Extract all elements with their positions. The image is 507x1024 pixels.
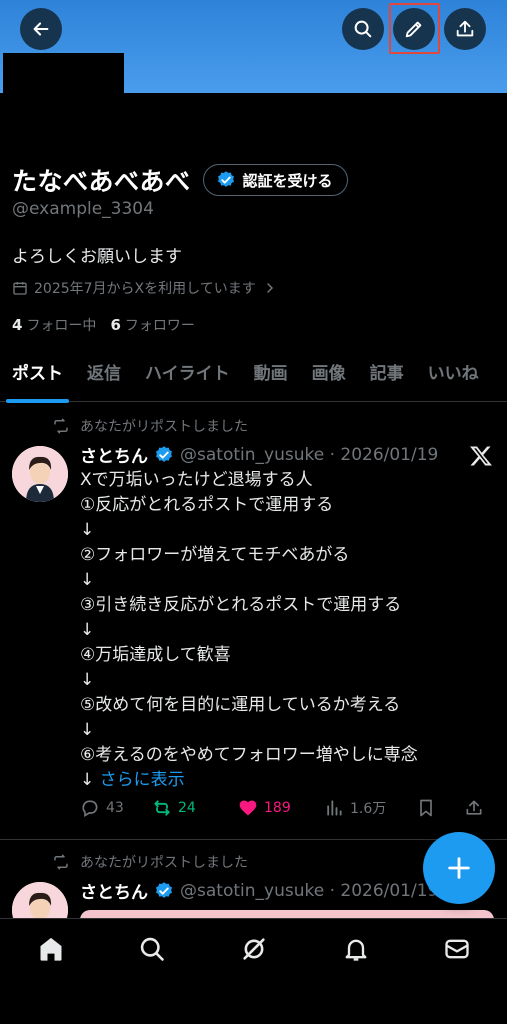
- following-link[interactable]: 4 フォロー中: [12, 315, 96, 335]
- reply-icon: [82, 800, 98, 817]
- search-button[interactable]: [342, 8, 384, 50]
- post-item[interactable]: あなたがリポストしました さとちん @satotin_yusuke · 2026…: [0, 404, 507, 840]
- followers-label: フォロワー: [124, 318, 195, 334]
- display-name: たなべあべあべ: [12, 167, 191, 196]
- post-line: ①反応がとれるポストで運用する: [80, 495, 334, 515]
- analytics-icon: [327, 800, 342, 816]
- grok-icon: [243, 938, 265, 960]
- post-line: ④万垢達成して歓喜: [80, 645, 231, 665]
- post-line: ↓: [80, 570, 95, 590]
- x-logo-icon[interactable]: [469, 444, 493, 468]
- tab-highlights[interactable]: ハイライト: [133, 360, 242, 402]
- repost-button[interactable]: 24: [152, 798, 238, 818]
- reply-button[interactable]: 43: [80, 798, 152, 818]
- post-line: Xで万垢いったけど退場する人: [80, 470, 313, 490]
- show-more-row: ↓ さらに表示: [80, 768, 418, 793]
- repost-indicator: あなたがリポストしました: [52, 852, 248, 872]
- calendar-icon: [13, 282, 27, 295]
- repost-indicator: あなたがリポストしました: [52, 416, 248, 436]
- repost-icon: [154, 800, 170, 816]
- verified-badge-icon: [217, 171, 234, 187]
- arrow-left-icon: [33, 22, 49, 36]
- reply-count: 43: [106, 800, 124, 816]
- joined-text: 2025年7月からXを利用しています: [34, 281, 256, 297]
- repost-label: あなたがリポストしました: [80, 419, 248, 435]
- post-line: ③引き続き反応がとれるポストで運用する: [80, 595, 402, 615]
- search-icon: [354, 20, 372, 38]
- view-count: 1.6万: [350, 801, 387, 817]
- like-count: 189: [264, 800, 291, 816]
- post-author-avatar[interactable]: [12, 446, 68, 502]
- followers-count: 6: [110, 316, 121, 334]
- back-button[interactable]: [20, 8, 62, 50]
- post-line: ↓: [80, 520, 95, 540]
- tab-articles[interactable]: 記事: [358, 360, 416, 402]
- like-button[interactable]: 189: [238, 798, 324, 818]
- home-icon: [40, 937, 62, 961]
- bookmark-icon: [420, 799, 432, 817]
- get-verified-label: 認証を受ける: [242, 171, 333, 190]
- repost-label: あなたがリポストしました: [80, 855, 248, 871]
- tab-replies[interactable]: 返信: [75, 360, 133, 402]
- nav-notifications[interactable]: [340, 933, 372, 965]
- repost-icon: [54, 854, 68, 870]
- post-body: Xで万垢いったけど退場する人 ①反応がとれるポストで運用する ↓ ②フォロワーが…: [80, 468, 418, 793]
- repost-count: 24: [178, 800, 196, 816]
- edit-button-highlight: [389, 3, 440, 54]
- bookmark-button[interactable]: [416, 798, 464, 818]
- tab-videos[interactable]: 動画: [242, 360, 300, 402]
- post-actions: 43 24 189 1.6万: [80, 798, 500, 818]
- tab-photos[interactable]: 画像: [300, 360, 358, 402]
- post-line: ⑤改めて何を目的に運用しているか考える: [80, 695, 401, 715]
- plus-icon: [448, 857, 470, 879]
- post-author-name[interactable]: さとちん: [80, 442, 148, 467]
- profile-bio: よろしくお願いします: [12, 247, 182, 267]
- upload-icon: [456, 20, 474, 37]
- bell-icon: [345, 939, 367, 961]
- repost-icon: [54, 418, 68, 434]
- tab-posts[interactable]: ポスト: [0, 360, 75, 403]
- nav-messages[interactable]: [441, 933, 473, 965]
- compose-post-button[interactable]: [423, 832, 495, 904]
- following-count: 4: [12, 316, 23, 334]
- post-handle-date: @satotin_yusuke · 2026/01/19: [180, 444, 439, 465]
- mail-icon: [445, 939, 469, 959]
- post-line: ⑥考えるのをやめてフォロワー増やしに専念: [80, 745, 418, 765]
- bottom-navigation: [0, 918, 507, 1024]
- search-icon: [140, 937, 164, 961]
- get-verified-button[interactable]: 認証を受ける: [202, 164, 348, 196]
- show-more-link[interactable]: さらに表示: [100, 770, 185, 790]
- post-author-name[interactable]: さとちん: [80, 878, 148, 903]
- follow-stats: 4 フォロー中 6 フォロワー: [12, 315, 195, 335]
- post-header: さとちん @satotin_yusuke · 2026/01/19: [80, 878, 439, 904]
- post-handle-date: @satotin_yusuke · 2026/01/19: [180, 880, 439, 901]
- show-more-arrow: ↓: [80, 770, 100, 790]
- chevron-right-icon: [266, 283, 273, 293]
- views-button[interactable]: 1.6万: [324, 798, 416, 818]
- following-label: フォロー中: [26, 318, 97, 334]
- upload-icon: [466, 800, 482, 815]
- joined-date[interactable]: 2025年7月からXを利用しています: [12, 278, 278, 298]
- nav-home[interactable]: [35, 933, 67, 965]
- profile-avatar[interactable]: [3, 53, 124, 93]
- profile-name-row: たなべあべあべ 認証を受ける: [12, 162, 348, 198]
- nav-explore[interactable]: [136, 933, 168, 965]
- tab-likes[interactable]: いいね: [416, 360, 491, 402]
- post-line: ↓: [80, 620, 95, 640]
- post-line: ↓: [80, 720, 95, 740]
- post-header: さとちん @satotin_yusuke · 2026/01/19: [80, 442, 439, 468]
- verified-badge-icon: [156, 445, 172, 462]
- post-line: ②フォロワーが増えてモチベあがる: [80, 545, 350, 565]
- verified-badge-icon: [156, 881, 172, 898]
- post-share-button[interactable]: [464, 798, 494, 818]
- avatar-illustration: [12, 446, 68, 502]
- nav-grok[interactable]: [238, 933, 270, 965]
- heart-icon: [239, 800, 257, 816]
- profile-handle: @example_3304: [12, 199, 154, 219]
- share-button[interactable]: [444, 8, 486, 50]
- followers-link[interactable]: 6 フォロワー: [110, 315, 194, 335]
- profile-tabs: ポスト 返信 ハイライト 動画 画像 記事 いいね: [0, 360, 507, 403]
- post-line: ↓: [80, 670, 95, 690]
